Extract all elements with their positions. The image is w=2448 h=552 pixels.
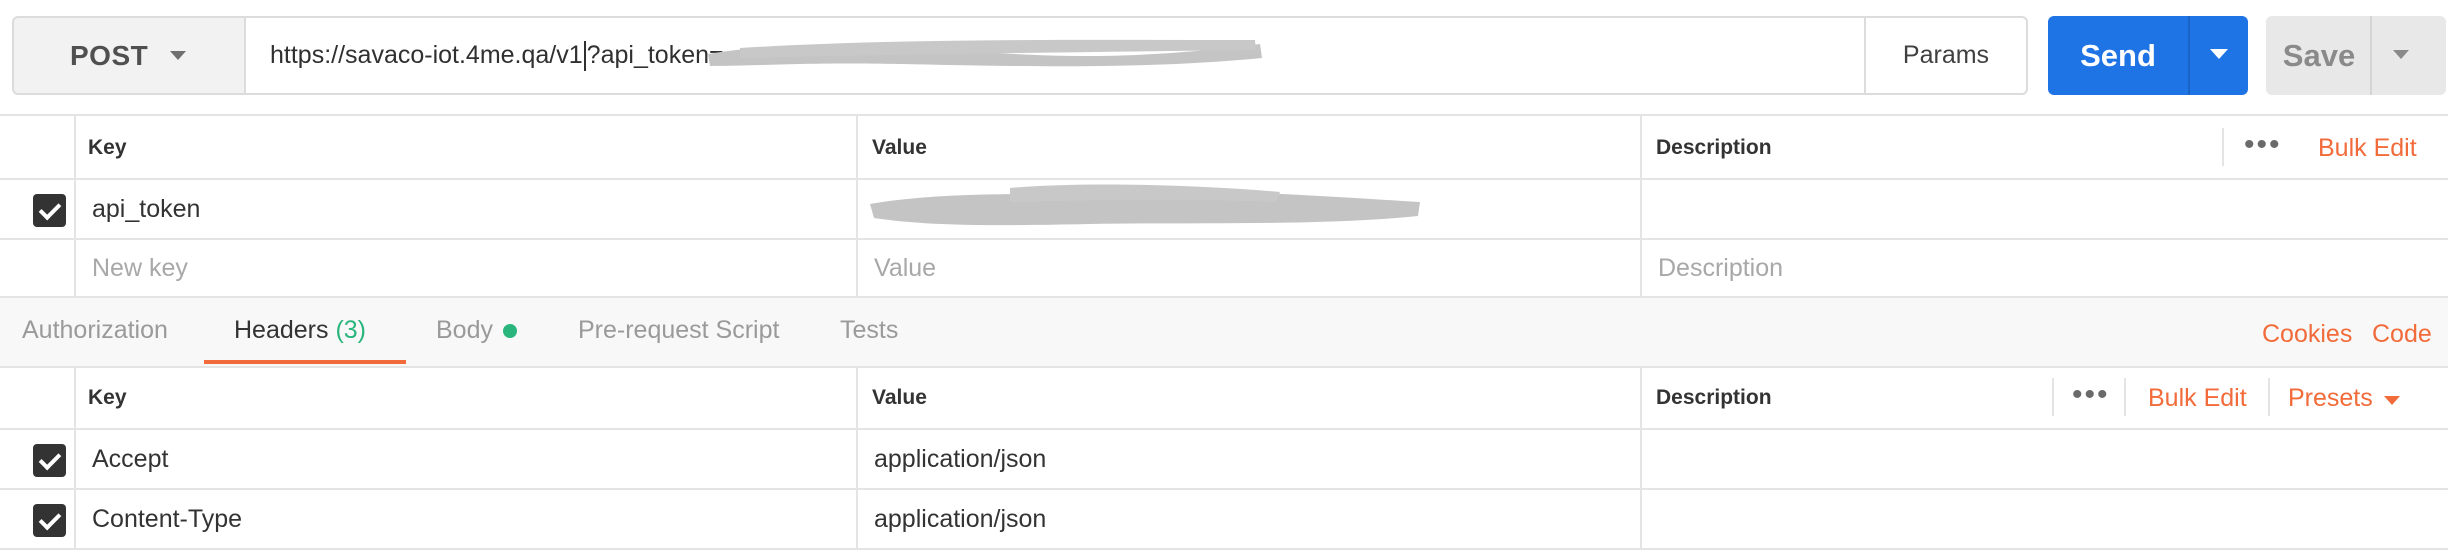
send-button[interactable]: Send [2048,16,2248,95]
divider [2268,378,2270,416]
save-label: Save [2282,37,2356,73]
table-row: api_token [0,180,2448,238]
divider [2052,378,2054,416]
chevron-down-icon [170,51,186,60]
new-value-input[interactable]: Value [874,254,936,283]
new-key-input[interactable]: New key [92,254,188,283]
tab-tests[interactable]: Tests [840,316,898,345]
tab-body[interactable]: Body [436,316,493,345]
headers-count-badge: (3) [335,316,367,344]
header-value[interactable]: application/json [874,505,1046,534]
header-value[interactable]: application/json [874,445,1046,474]
table-row: Accept application/json [0,430,2448,488]
save-divider [2370,16,2372,95]
headers-col-value: Value [872,386,927,409]
send-dropdown-icon[interactable] [2210,49,2228,59]
tab-authorization[interactable]: Authorization [22,316,168,345]
presets-dropdown[interactable]: Presets [2288,384,2373,413]
params-label: Params [1902,41,1990,69]
tab-headers-label: Headers [234,316,329,344]
divider [2222,128,2224,166]
chevron-down-icon[interactable] [2384,396,2400,405]
params-col-description: Description [1656,136,1772,159]
checkbox-checked[interactable] [33,444,66,477]
new-description-input[interactable]: Description [1658,254,1783,283]
table-row: Content-Type application/json [0,490,2448,548]
body-status-dot [503,324,517,338]
code-link[interactable]: Code [2372,320,2432,349]
request-tabs [0,298,2448,366]
checkbox-checked[interactable] [33,194,66,227]
params-col-key: Key [88,136,127,159]
params-col-value: Value [872,136,927,159]
text-cursor [583,40,586,71]
divider [0,366,2448,368]
param-key[interactable]: api_token [92,195,200,224]
more-options-icon[interactable]: ••• [2244,130,2282,160]
header-key[interactable]: Content-Type [92,505,242,534]
params-bulk-edit-link[interactable]: Bulk Edit [2318,134,2417,163]
save-button[interactable]: Save [2266,16,2446,95]
divider [0,114,2448,116]
more-options-icon[interactable]: ••• [2072,380,2110,410]
save-dropdown-icon[interactable] [2393,50,2409,59]
cookies-link[interactable]: Cookies [2262,320,2352,349]
tab-headers[interactable]: Headers (3) [234,316,366,345]
send-divider [2188,16,2190,95]
redaction-scribble [708,39,1262,67]
headers-bulk-edit-link[interactable]: Bulk Edit [2148,384,2247,413]
divider [2124,378,2126,416]
params-button[interactable]: Params [1864,16,2028,95]
divider [0,548,2448,550]
header-key[interactable]: Accept [92,445,168,474]
method-select[interactable]: POST [12,16,246,95]
send-label: Send [2080,37,2156,73]
table-row-new: New key Value Description [0,240,2448,296]
headers-col-description: Description [1656,386,1772,409]
url-prefix: https://savaco-iot.4me.qa/v1 [270,41,583,69]
tab-pre-request-script[interactable]: Pre-request Script [578,316,779,345]
checkbox-checked[interactable] [33,504,66,537]
redaction-scribble [870,184,1420,226]
active-tab-indicator [204,360,406,364]
headers-col-key: Key [88,386,127,409]
method-label: POST [70,39,149,71]
